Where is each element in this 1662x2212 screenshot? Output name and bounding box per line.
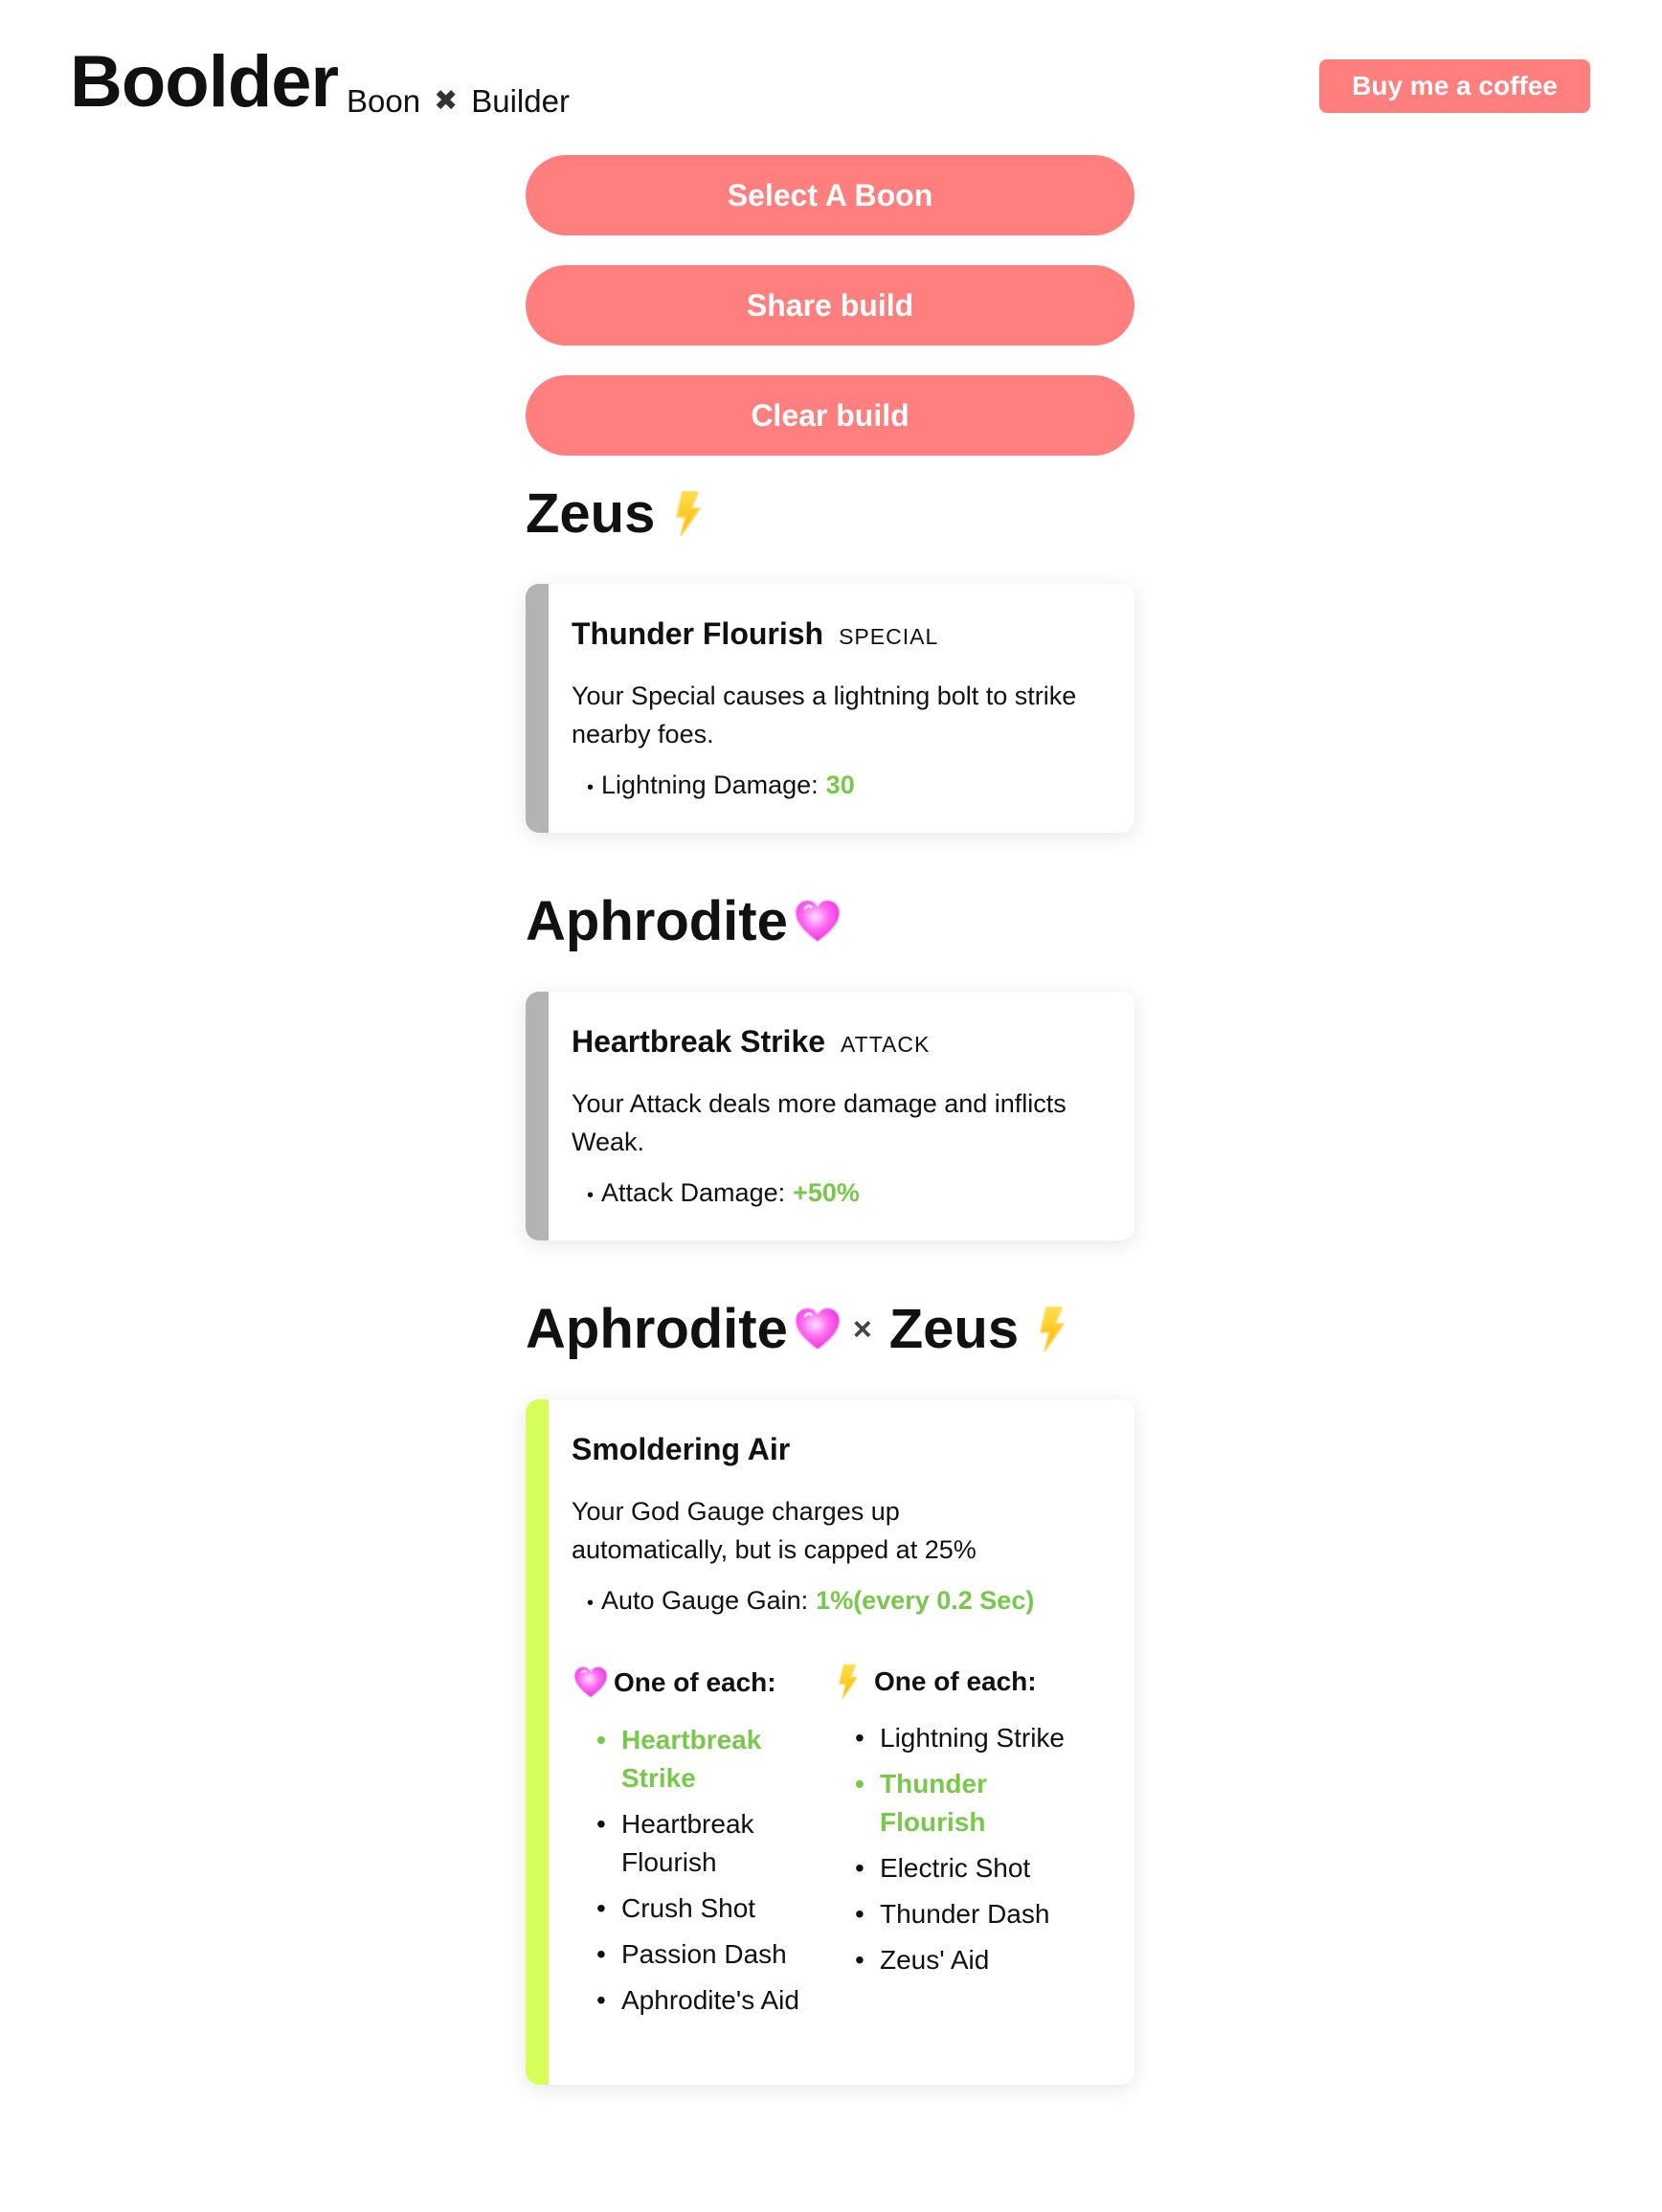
god-heading-zeus: Zeus [526,480,1134,547]
tagline-boon: Boon [347,83,421,119]
requirement-item[interactable]: Heartbreak Flourish [596,1805,830,1882]
requirements-heading: One of each: [830,1664,1089,1700]
boon-name: Smoldering Air [572,1432,791,1466]
site-tagline: Boon ✖ Builder [347,85,570,117]
requirements-list: Lightning Strike Thunder Flourish Electric… [830,1719,1089,1979]
boon-card-heartbreak-strike[interactable]: Heartbreak Strike ATTACK Your Attack dea… [526,992,1134,1240]
boon-stat: • Attack Damage: +50% [572,1178,1096,1208]
boon-card-thunder-flourish[interactable]: Thunder Flourish SPECIAL Your Special ca… [526,584,1134,833]
boon-card-smoldering-air[interactable]: Smoldering Air Your God Gauge charges up… [526,1399,1134,2085]
site-logo[interactable]: Boolder [70,46,339,119]
requirements-heading-text: One of each: [874,1666,1037,1696]
lightning-icon [664,490,712,538]
boon-slot: SPECIAL [839,624,939,649]
clear-build-button[interactable]: Clear build [526,375,1134,456]
duo-requirements: One of each: Heartbreak StrikeHeartbreak… [572,1664,1096,2027]
times-icon: × [852,1311,872,1348]
card-accent-bar [526,1399,549,2085]
bullet: • [587,1593,595,1614]
requirement-item[interactable]: Heartbreak Strike [596,1721,830,1798]
share-build-button[interactable]: Share build [526,265,1134,346]
requirements-heading-text: One of each: [614,1667,776,1697]
buy-coffee-button[interactable]: Buy me a coffee [1319,59,1590,113]
boon-title: Heartbreak Strike ATTACK [572,1024,1096,1060]
stat-label: Lightning Damage: [601,771,819,799]
close-x-icon: ✖ [434,84,459,117]
lightning-icon [830,1664,866,1700]
boon-name: Heartbreak Strike [572,1024,826,1059]
boon-title: Thunder Flourish SPECIAL [572,616,1096,652]
god-heading-aphrodite: Aphrodite [526,888,1134,955]
requirement-item[interactable]: Crush Shot [596,1889,830,1928]
requirement-item[interactable]: Aphrodite's Aid [596,1981,830,2020]
stat-value: 1%(every 0.2 Sec) [816,1586,1035,1615]
requirement-item[interactable]: Zeus' Aid [855,1941,1089,1979]
stat-label: Auto Gauge Gain: [601,1586,809,1615]
heart-icon [572,1664,610,1702]
heart-icon [792,896,843,948]
god-name-a: Aphrodite [526,1298,788,1360]
requirements-aphrodite: One of each: Heartbreak StrikeHeartbreak… [572,1664,830,2027]
app-header: Boolder Boon ✖ Builder Buy me a coffee [0,0,1662,144]
bullet: • [587,777,595,798]
select-boon-button[interactable]: Select A Boon [526,155,1134,235]
god-name: Zeus [526,482,656,545]
boon-slot: ATTACK [841,1032,931,1057]
boon-description: Your Attack deals more damage and inflic… [572,1089,1067,1156]
bullet: • [587,1185,595,1206]
requirement-item[interactable]: Thunder Flourish [855,1765,1089,1842]
boon-stat: • Auto Gauge Gain: 1%(every 0.2 Sec) [572,1586,1096,1616]
god-name-b: Zeus [888,1298,1020,1360]
build-column: Select A Boon Share build Clear build Ze… [526,155,1134,2085]
boon-name: Thunder Flourish [572,616,824,651]
boon-stat: • Lightning Damage: 30 [572,771,1096,800]
requirements-zeus: One of each: Lightning Strike Thunder Flo… [830,1664,1089,2027]
requirement-item[interactable]: Passion Dash [596,1935,830,1974]
requirements-list: Heartbreak StrikeHeartbreak Flourish Crus… [572,1721,830,2020]
requirements-heading: One of each: [572,1664,830,1702]
card-accent-bar [526,584,549,833]
heart-icon [792,1304,843,1355]
stat-value: +50% [793,1178,860,1207]
requirement-item[interactable]: Lightning Strike [855,1719,1089,1757]
stat-label: Attack Damage: [601,1178,786,1207]
god-name: Aphrodite [526,890,788,952]
requirement-item[interactable]: Thunder Dash [855,1895,1089,1933]
card-accent-bar [526,992,549,1240]
tagline-builder: Builder [471,83,570,119]
requirement-item[interactable]: Electric Shot [855,1849,1089,1888]
boon-title: Smoldering Air [572,1432,1096,1467]
boon-description: Your God Gauge charges up automatically,… [572,1497,977,1564]
god-heading-duo: Aphrodite × Zeus [526,1296,1134,1363]
boon-description: Your Special causes a lightning bolt to … [572,681,1077,749]
stat-value: 30 [825,771,855,799]
lightning-icon [1028,1306,1076,1353]
